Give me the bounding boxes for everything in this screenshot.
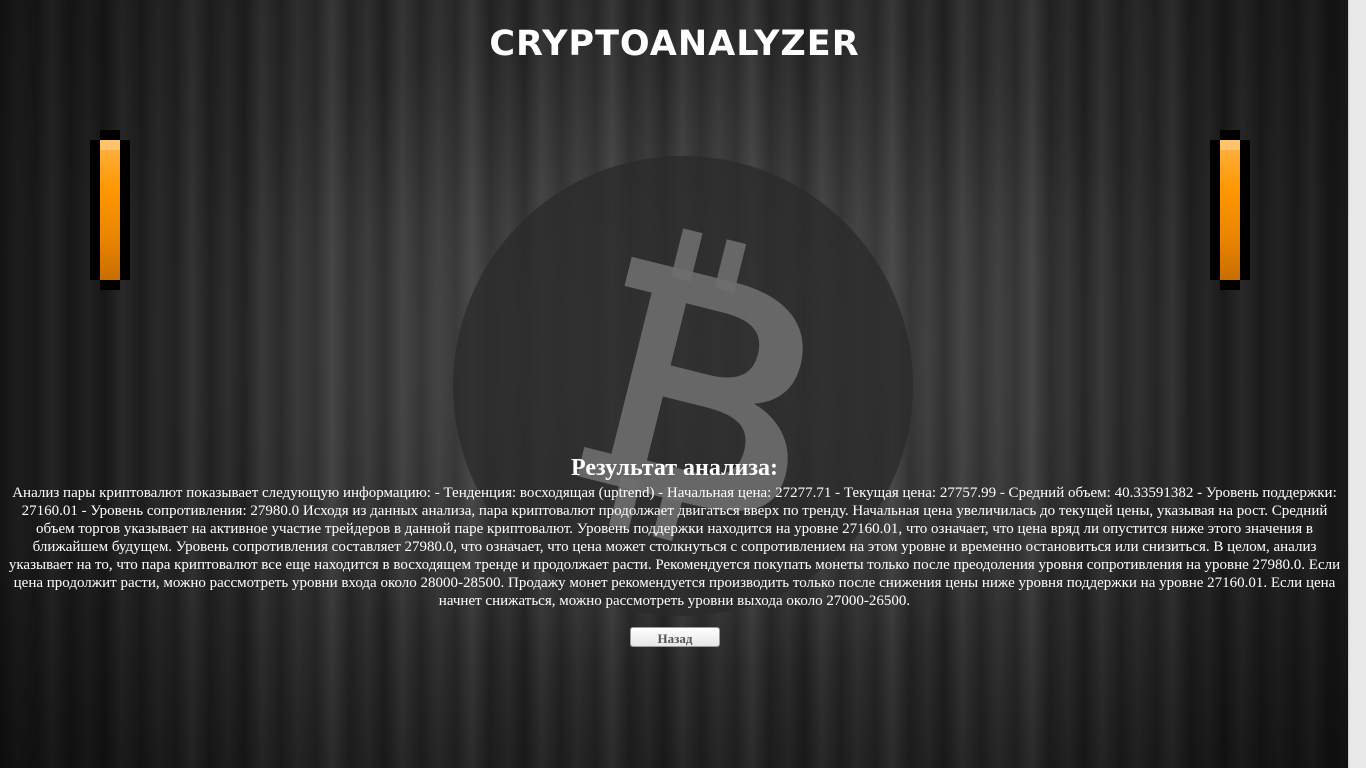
orange-pixel-bar-right: [1210, 130, 1250, 290]
back-button[interactable]: Назад: [630, 627, 720, 647]
analysis-result: Результат анализа: Анализ пары криптовал…: [0, 455, 1349, 610]
result-heading: Результат анализа:: [571, 455, 778, 481]
orange-pixel-bar-left: [90, 130, 130, 290]
vertical-scrollbar[interactable]: [1348, 0, 1366, 768]
result-text: Анализ пары криптовалют показывает следу…: [8, 485, 1341, 609]
page: CRYPTOANALYZER Результат анализа: Анализ…: [0, 0, 1366, 768]
app-title: CRYPTOANALYZER: [489, 24, 860, 64]
